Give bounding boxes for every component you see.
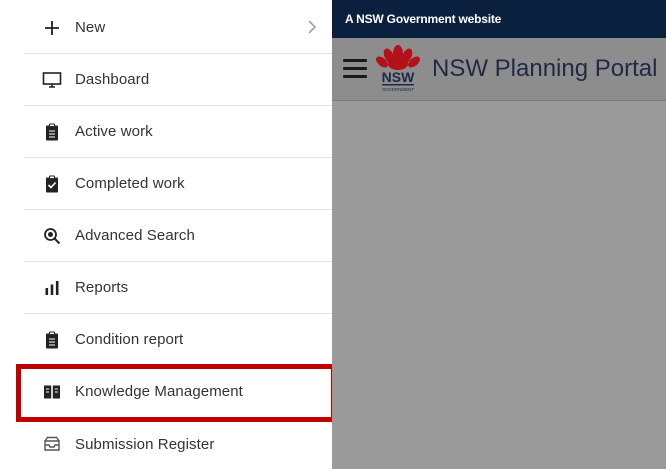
gov-banner: A NSW Government website <box>332 0 666 38</box>
plus-icon <box>42 18 62 38</box>
menu-item-label: Reports <box>75 279 129 296</box>
menu-item-reports[interactable]: Reports <box>24 262 332 314</box>
book-icon <box>42 382 62 402</box>
menu-item-completed-work[interactable]: Completed work <box>24 158 332 210</box>
page-overlay[interactable]: A NSW Government website NSW GOVERNMENT <box>332 0 666 469</box>
menu-item-label: Knowledge Management <box>75 383 243 400</box>
chevron-right-icon <box>306 18 318 36</box>
menu-item-label: Submission Register <box>75 435 215 453</box>
clipboard-icon <box>42 330 62 350</box>
menu-item-label: Completed work <box>75 175 185 192</box>
menu-item-label: Dashboard <box>75 71 150 88</box>
menu-item-label: Advanced Search <box>75 227 195 244</box>
menu-item-label: Active work <box>75 123 153 140</box>
search-icon <box>42 226 62 246</box>
menu-item-label: New <box>75 19 106 36</box>
menu-item-condition-report[interactable]: Condition report <box>24 314 332 366</box>
bar-chart-icon <box>42 278 62 298</box>
gov-banner-text: A NSW Government website <box>345 12 502 26</box>
portal-header: NSW GOVERNMENT NSW Planning Portal <box>332 38 666 100</box>
menu-item-knowledge-management[interactable]: Knowledge Management <box>24 366 332 418</box>
clipboard-check-icon <box>42 174 62 194</box>
side-menu: New Dashboard Active work Completed work… <box>0 0 332 469</box>
svg-text:GOVERNMENT: GOVERNMENT <box>382 87 415 92</box>
clipboard-icon <box>42 122 62 142</box>
menu-item-advanced-search[interactable]: Advanced Search <box>24 210 332 262</box>
menu-item-label: Condition report <box>75 331 184 348</box>
menu-item-dashboard[interactable]: Dashboard <box>24 54 332 106</box>
portal-title[interactable]: NSW Planning Portal <box>432 55 657 83</box>
svg-text:NSW: NSW <box>382 69 415 85</box>
header-divider <box>332 100 666 101</box>
menu-item-active-work[interactable]: Active work <box>24 106 332 158</box>
nsw-waratah-logo[interactable]: NSW GOVERNMENT <box>374 42 422 94</box>
menu-item-submission-register[interactable]: Submission Register <box>24 418 332 469</box>
inbox-icon <box>42 434 62 454</box>
hamburger-menu-icon[interactable] <box>343 59 367 79</box>
menu-item-new[interactable]: New <box>24 2 332 54</box>
monitor-icon <box>42 70 62 90</box>
